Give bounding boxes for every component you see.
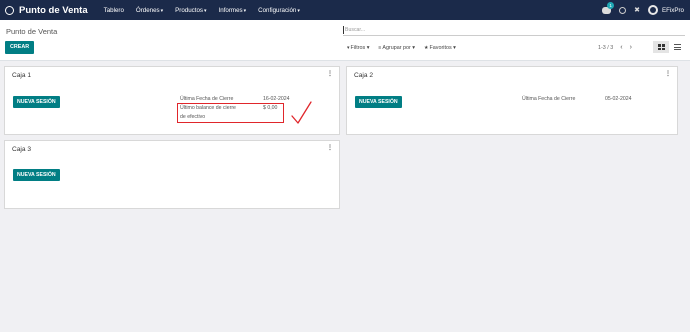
menu-tablero-label: Tablero (103, 6, 124, 14)
apps-icon[interactable] (5, 5, 14, 15)
new-session-button[interactable]: NUEVA SESIÓN (13, 96, 60, 108)
pos-card-caja-3[interactable]: Caja 3 ⋮ NUEVA SESIÓN (4, 140, 340, 209)
menu-ordenes-label: Órdenes (135, 6, 160, 14)
pager: 1-3 / 3 ‹ › (598, 44, 632, 51)
list-view-icon (673, 44, 681, 50)
clock-icon[interactable] (619, 6, 627, 14)
view-switcher (653, 41, 685, 53)
star-icon: ★ (424, 45, 429, 51)
control-panel: Punto de Venta CREAR ▾Filtros ▾ ≡Agrupar… (0, 20, 690, 61)
card-menu-icon[interactable]: ⋮ (665, 70, 671, 77)
last-close-date-value: 05-02-2024 (605, 96, 632, 102)
card-menu-icon[interactable]: ⋮ (327, 144, 333, 151)
chat-icon[interactable]: 1 (602, 1, 615, 14)
filters-label: Filtros (350, 45, 366, 51)
menu-informes-label: Informes (218, 6, 243, 14)
create-button[interactable]: CREAR (5, 41, 35, 54)
top-navbar: Punto de Venta Tablero Órdenes▾ Producto… (0, 0, 690, 20)
new-session-button[interactable]: NUEVA SESIÓN (355, 96, 402, 108)
search-input[interactable] (345, 27, 545, 33)
filters-button[interactable]: ▾Filtros ▾ (347, 45, 369, 51)
menu-productos[interactable]: Productos▾ (175, 7, 206, 14)
navbar-systray: 1 ✖ EFixPro (602, 0, 684, 20)
group-icon: ≡ (378, 45, 382, 51)
caret-down-icon: ▾ (297, 7, 300, 14)
kanban-view-icon (657, 44, 665, 50)
card-title: Caja 2 (354, 72, 374, 79)
new-session-button[interactable]: NUEVA SESIÓN (13, 169, 60, 181)
card-title: Caja 1 (12, 72, 32, 79)
favorites-button[interactable]: ★Favoritos ▾ (424, 45, 456, 51)
kanban-view-button[interactable] (653, 41, 669, 53)
menu-configuracion[interactable]: Configuración▾ (258, 7, 300, 14)
menu-informes[interactable]: Informes▾ (219, 7, 247, 14)
last-close-date-label: Última Fecha de Cierre (180, 96, 234, 102)
tools-icon[interactable]: ✖ (634, 7, 640, 14)
filter-icon: ▾ (347, 45, 350, 51)
app-brand[interactable]: Punto de Venta (19, 5, 88, 16)
messages-badge: 1 (607, 1, 615, 9)
caret-down-icon: ▾ (243, 7, 247, 14)
last-close-date-label: Última Fecha de Cierre (522, 96, 576, 102)
favorites-label: Favoritos (429, 45, 452, 51)
pos-card-caja-2[interactable]: Caja 2 ⋮ NUEVA SESIÓN Última Fecha de Ci… (346, 66, 678, 135)
pos-card-caja-1[interactable]: Caja 1 ⋮ NUEVA SESIÓN Última Fecha de Ci… (4, 66, 340, 135)
search-options: ▾Filtros ▾ ≡Agrupar por ▾ ★Favoritos ▾ (347, 45, 456, 51)
page-title: Punto de Venta (6, 27, 58, 36)
search-bar[interactable] (343, 25, 685, 36)
user-name[interactable]: EFixPro (662, 7, 684, 14)
caret-down-icon: ▾ (160, 7, 164, 14)
chevron-left-icon[interactable]: ‹ (620, 44, 622, 51)
pager-value[interactable]: 1-3 / 3 (598, 45, 613, 51)
chevron-right-icon[interactable]: › (630, 44, 632, 51)
list-view-button[interactable] (669, 41, 685, 53)
annotation-highlight-box (177, 103, 284, 123)
menu-tablero[interactable]: Tablero (104, 7, 124, 14)
text-cursor (343, 26, 344, 34)
card-title: Caja 3 (12, 146, 32, 153)
last-close-date-value: 16-02-2024 (263, 96, 290, 102)
avatar[interactable] (647, 5, 658, 15)
menu-configuracion-label: Configuración (258, 6, 297, 14)
caret-down-icon: ▾ (204, 7, 207, 14)
group-by-label: Agrupar por (382, 45, 411, 51)
check-mark-icon (291, 101, 312, 124)
group-by-button[interactable]: ≡Agrupar por ▾ (378, 45, 415, 51)
card-menu-icon[interactable]: ⋮ (327, 70, 333, 77)
menu-ordenes[interactable]: Órdenes▾ (136, 7, 163, 14)
menu-productos-label: Productos (175, 6, 204, 14)
